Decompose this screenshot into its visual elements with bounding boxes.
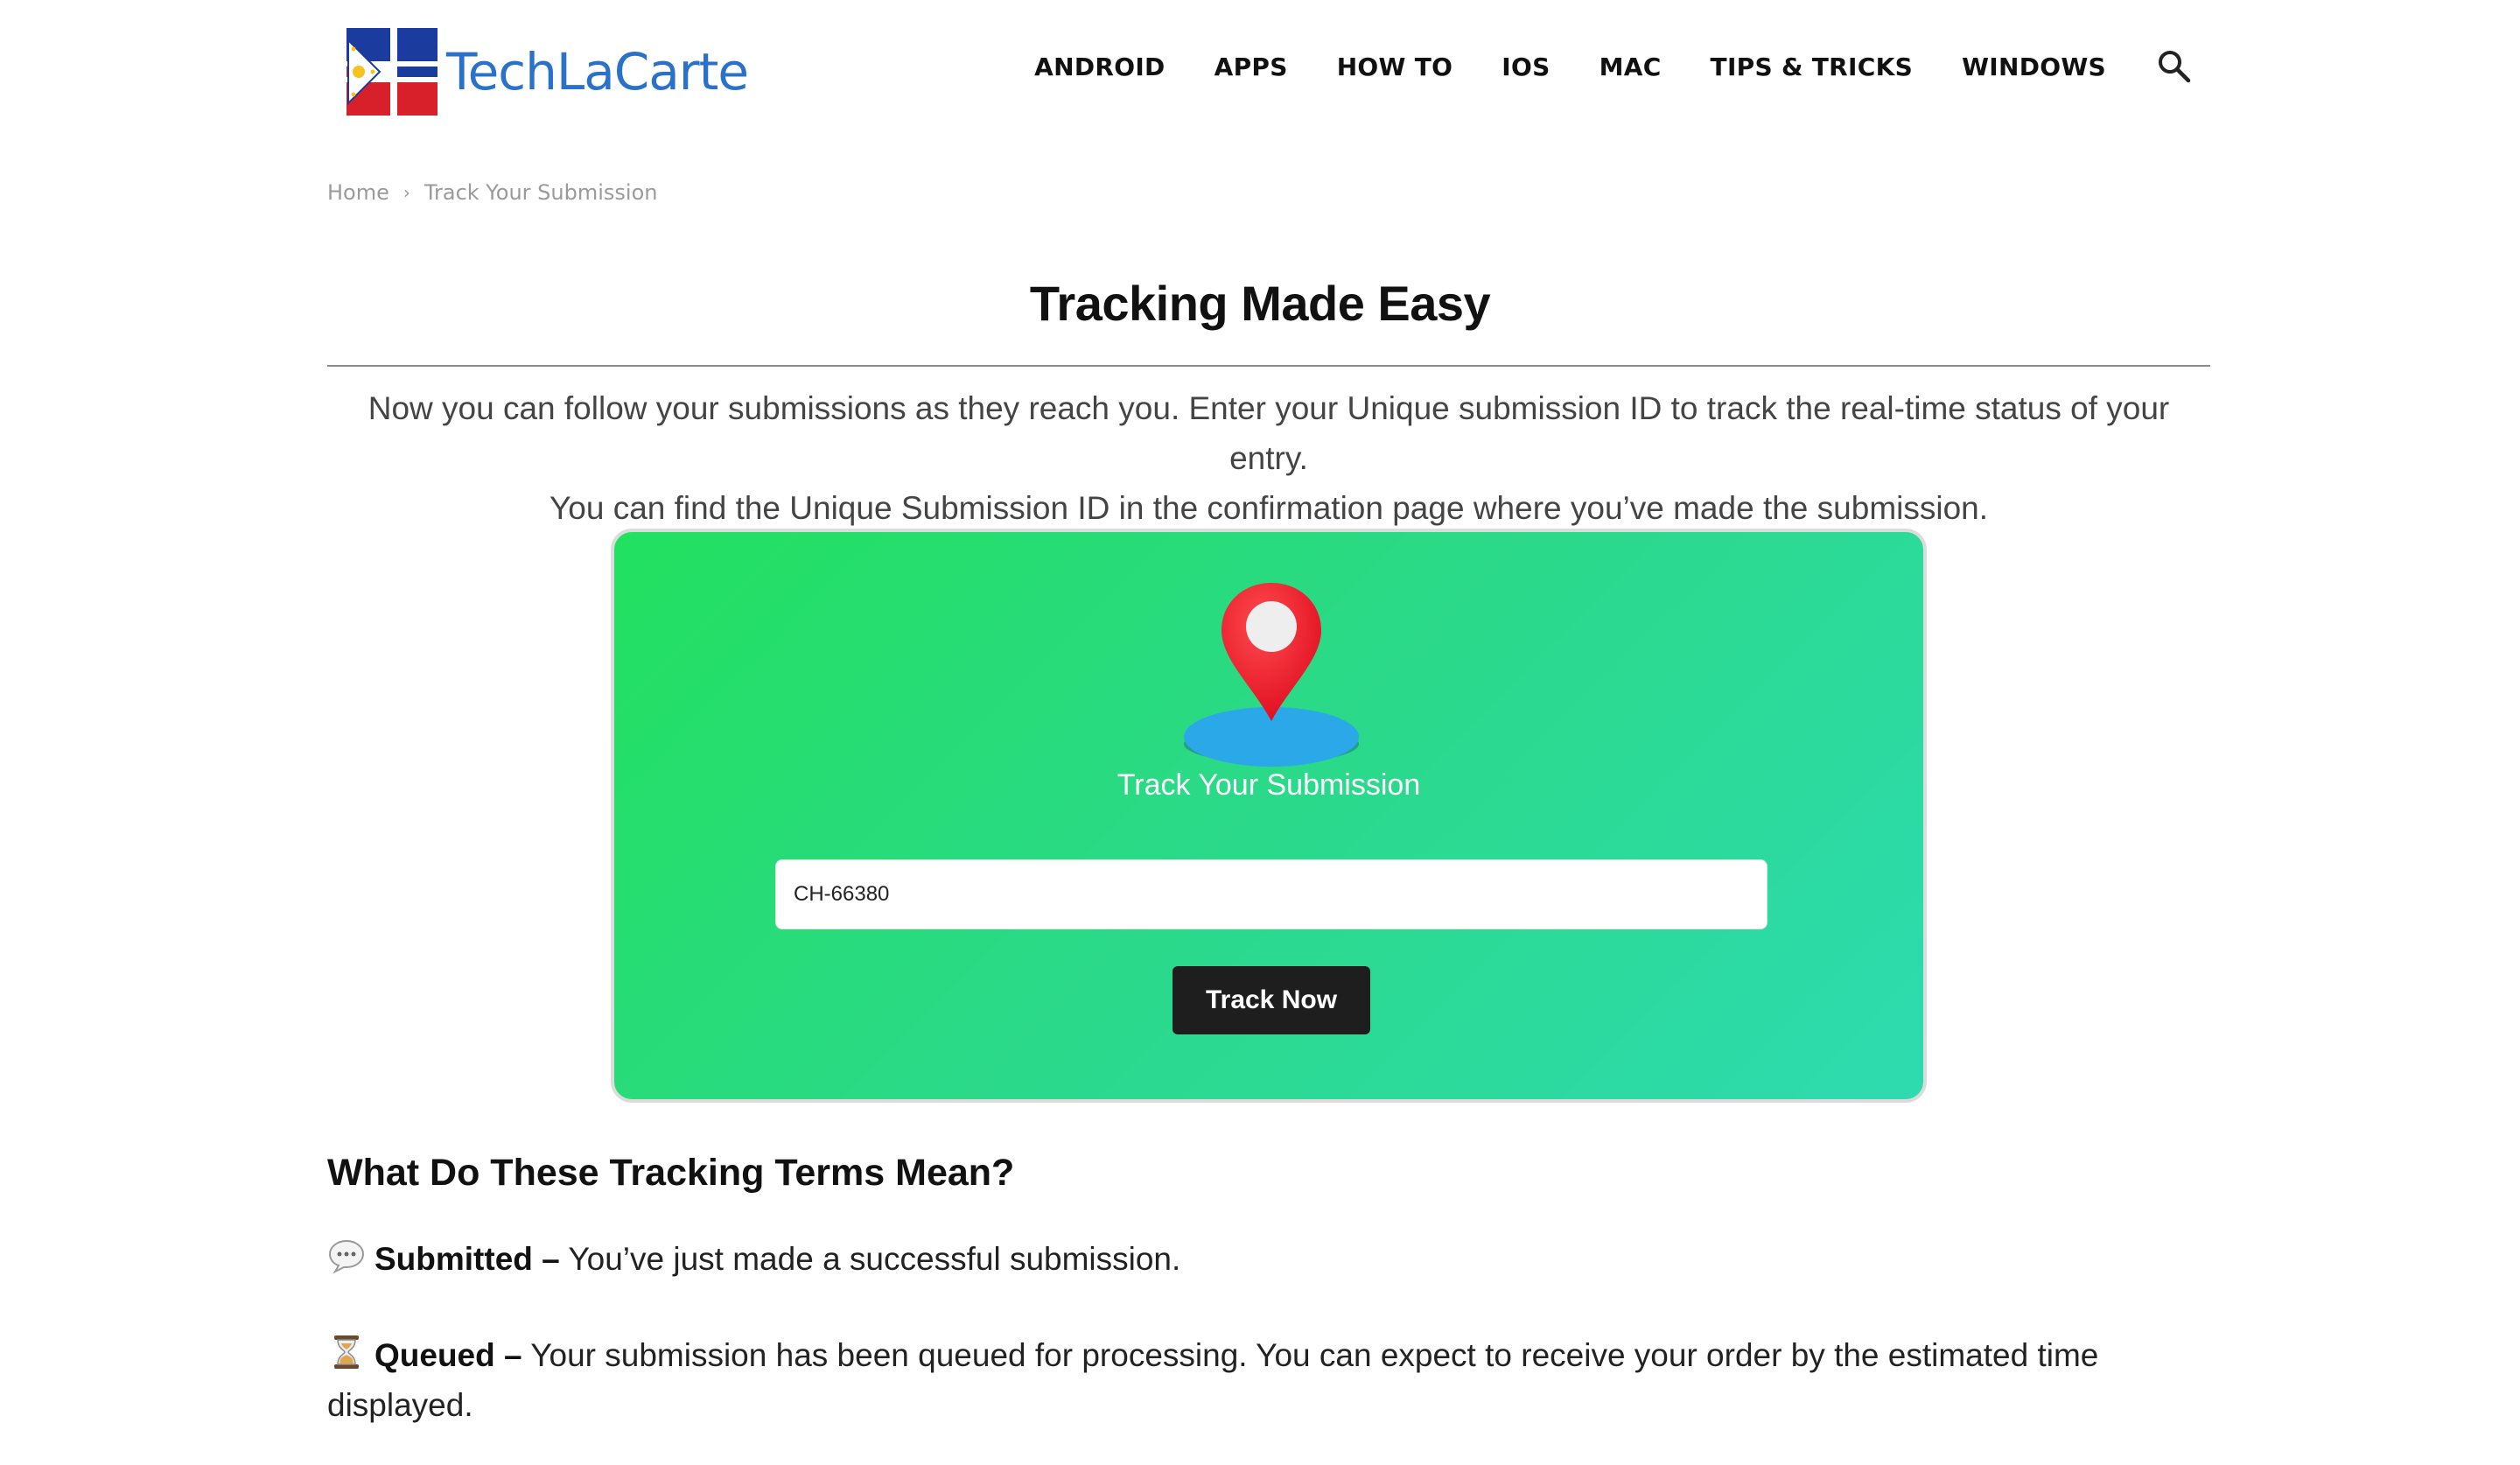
nav-ios[interactable]: IOS (1502, 53, 1550, 81)
nav-apps[interactable]: APPS (1214, 53, 1288, 81)
nav-how-to[interactable]: HOW TO (1337, 53, 1453, 81)
term-submitted: Submitted – You’ve just made a successfu… (327, 1234, 2210, 1284)
track-now-button[interactable]: Track Now (1172, 966, 1370, 1034)
term-queued: Queued – Your submission has been queued… (327, 1330, 2210, 1430)
logo-text: TechLaCarte (446, 42, 749, 102)
site-header: TechLaCarte ANDROID APPS HOW TO IOS MAC … (0, 0, 2520, 140)
breadcrumb-home[interactable]: Home (327, 180, 389, 205)
nav-mac[interactable]: MAC (1600, 53, 1662, 81)
nav-windows[interactable]: WINDOWS (1962, 53, 2106, 81)
breadcrumb-separator: › (402, 182, 410, 203)
term-submitted-description: You’ve just made a successful submission… (559, 1241, 1181, 1277)
title-divider (327, 365, 2210, 367)
tracker-title: Track Your Submission (1116, 768, 1421, 802)
term-submitted-label: Submitted – (374, 1241, 560, 1277)
hourglass-icon (334, 1335, 359, 1369)
term-queued-label: Queued – (374, 1337, 522, 1373)
intro-text: Now you can follow your submissions as t… (327, 383, 2210, 533)
intro-line-1: Now you can follow your submissions as t… (368, 390, 2170, 476)
submission-id-input[interactable] (775, 859, 1768, 929)
nav-tips-tricks[interactable]: TIPS & TRICKS (1711, 53, 1914, 81)
tracking-card: Track Your Submission Track Now (611, 529, 1927, 1103)
logo-flag-icon (341, 23, 443, 121)
term-queued-description: Your submission has been queued for proc… (327, 1337, 2099, 1423)
speech-bubble-icon (328, 1239, 365, 1274)
location-pin-icon (1184, 583, 1359, 767)
nav-android[interactable]: ANDROID (1034, 53, 1165, 81)
intro-line-2: You can find the Unique Submission ID in… (549, 490, 1989, 526)
site-logo[interactable]: TechLaCarte (341, 23, 761, 121)
terms-heading: What Do These Tracking Terms Mean? (327, 1152, 1015, 1194)
breadcrumb: Home › Track Your Submission (327, 180, 657, 205)
search-icon (2159, 51, 2191, 83)
search-button[interactable] (2157, 49, 2192, 84)
main-nav: ANDROID APPS HOW TO IOS MAC TIPS & TRICK… (985, 49, 2192, 84)
page-title: Tracking Made Easy (1029, 276, 1491, 331)
breadcrumb-current: Track Your Submission (424, 180, 658, 205)
